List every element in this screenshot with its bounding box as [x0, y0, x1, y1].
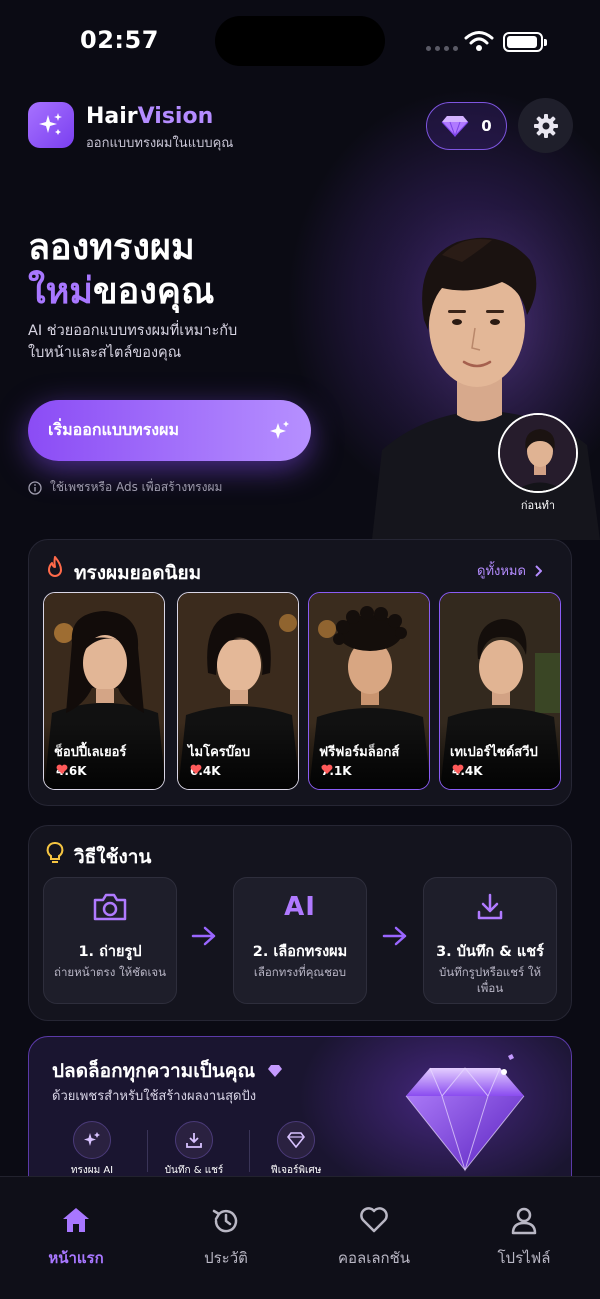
style-likes: 4.6K — [56, 764, 87, 778]
feature-save-share: บันทึก & แชร์ — [154, 1121, 234, 1178]
battery-icon — [503, 32, 547, 52]
download-icon — [477, 893, 503, 920]
tab-history[interactable]: ประวัติ — [171, 1206, 281, 1270]
style-name: ไมโครบ๊อบ — [188, 745, 251, 760]
lightbulb-icon — [46, 842, 64, 863]
diamond-illustration — [405, 1054, 525, 1172]
before-label: ก่อนทำ — [520, 499, 556, 512]
diamond-icon — [287, 1132, 305, 1148]
history-icon — [212, 1209, 238, 1233]
sparkle-icon — [84, 1132, 100, 1146]
style-likes: 6.4K — [190, 764, 221, 778]
style-card-freeform-locs[interactable]: ฟรีฟอร์มล็อกส์ 7.1K — [308, 592, 430, 790]
heart-icon — [190, 764, 202, 774]
heart-icon — [321, 764, 333, 774]
signal-icon — [426, 46, 458, 51]
app-logo — [28, 102, 74, 148]
style-name: ช็อปปี้เลเยอร์ — [54, 745, 127, 760]
feature-ai-hairstyle: ทรงผม AI — [52, 1121, 132, 1178]
step-save-share: 3. บันทึก & แชร์ บันทึกรูปหรือแชร์ ให้เพ… — [423, 877, 557, 1004]
divider — [249, 1130, 250, 1172]
hero-title: ลองทรงผม ใหม่ของคุณ — [28, 227, 215, 312]
how-to-title: วิธีใช้งาน — [74, 846, 152, 868]
style-card-micro-bob[interactable]: ไมโครบ๊อบ 6.4K — [177, 592, 299, 790]
tab-collection[interactable]: คอลเลกชัน — [319, 1206, 429, 1270]
style-card-choppy-layer[interactable]: ช็อปปี้เลเยอร์ 4.6K — [43, 592, 165, 790]
arrow-right-icon — [382, 926, 407, 946]
hero-subtitle: AI ช่วยออกแบบทรงผมที่เหมาะกับใบหน้าและสไ… — [28, 323, 238, 361]
flame-icon — [48, 556, 62, 577]
start-design-button[interactable]: เริ่มออกแบบทรงผม — [28, 400, 311, 461]
arrow-right-icon — [191, 926, 216, 946]
hero-portrait-image — [362, 210, 600, 540]
download-icon — [186, 1133, 202, 1148]
profile-icon — [511, 1207, 537, 1235]
gem-balance-button[interactable]: 0 — [426, 102, 507, 150]
gear-icon — [533, 113, 558, 138]
style-likes: 7.1K — [321, 764, 352, 778]
divider — [147, 1130, 148, 1172]
premium-subtitle: ด้วยเพชรสำหรับใช้สร้างผลงานสุดปัง — [52, 1089, 257, 1104]
premium-title: ปลดล็อกทุกความเป็นคุณ — [52, 1056, 282, 1086]
info-icon — [28, 480, 42, 495]
wifi-icon — [464, 30, 494, 56]
sparkle-icon — [39, 113, 62, 135]
feature-special: ฟีเจอร์พิเศษ — [256, 1121, 336, 1178]
app-tagline: ออกแบบทรงผมในแบบคุณ — [86, 136, 234, 151]
home-screen: 02:57 HairVision ออกแบบทรงผมในแบบคุณ 0 ล… — [0, 0, 600, 1299]
step-take-photo: 1. ถ่ายรูป ถ่ายหน้าตรง ให้ชัดเจน — [43, 877, 177, 1004]
heart-icon — [360, 1207, 388, 1233]
heart-icon — [452, 764, 464, 774]
before-photo-thumbnail[interactable] — [498, 413, 578, 493]
gem-count: 0 — [481, 117, 492, 135]
see-all-link[interactable]: ดูทั้งหมด — [477, 560, 542, 581]
style-name: ฟรีฟอร์มล็อกส์ — [319, 745, 400, 760]
heart-icon — [56, 764, 68, 774]
style-card-taper-side-sweep[interactable]: เทเปอร์ไซด์สวีป 4.4K — [439, 592, 561, 790]
tab-home[interactable]: หน้าแรก — [21, 1206, 131, 1270]
style-name: เทเปอร์ไซด์สวีป — [450, 745, 538, 760]
sparkle-icon — [270, 420, 289, 439]
chevron-right-icon — [535, 564, 542, 577]
popular-styles-title: ทรงผมยอดนิยม — [74, 562, 202, 584]
settings-button[interactable] — [518, 98, 573, 153]
home-icon — [63, 1208, 89, 1232]
step-choose-style: AI 2. เลือกทรงผม เลือกทรงที่คุณชอบ — [233, 877, 367, 1004]
status-time: 02:57 — [80, 26, 159, 54]
tab-profile[interactable]: โปรไฟล์ — [469, 1206, 579, 1270]
diamond-icon — [267, 1065, 282, 1077]
style-likes: 4.4K — [452, 764, 483, 778]
dynamic-island — [215, 16, 385, 66]
camera-icon — [93, 893, 127, 921]
diamond-icon — [441, 116, 469, 137]
gem-hint: ใช้เพชรหรือ Ads เพื่อสร้างทรงผม — [28, 478, 222, 497]
ai-icon: AI — [284, 892, 316, 922]
app-name: HairVision — [86, 104, 214, 129]
